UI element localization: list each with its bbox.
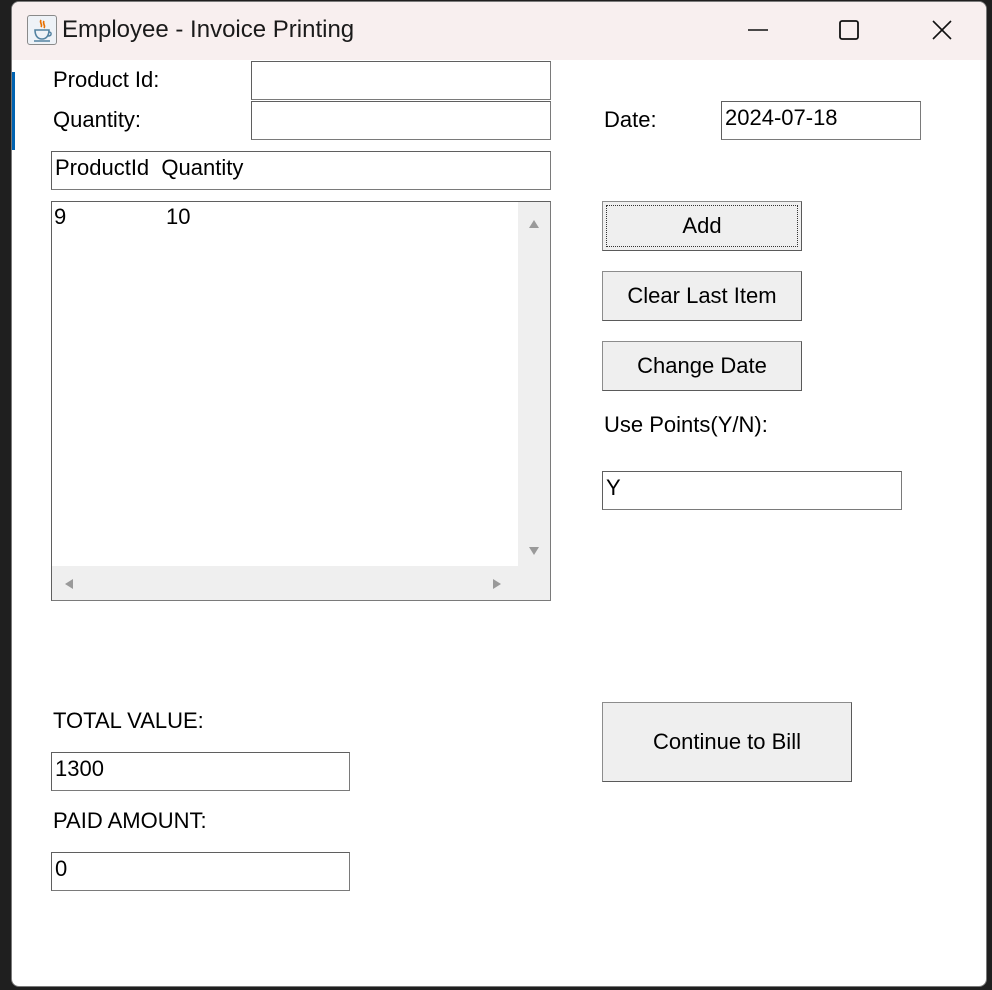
product-id-input[interactable] — [251, 61, 551, 100]
paid-amount-field[interactable]: 0 — [51, 852, 350, 891]
use-points-label: Use Points(Y/N): — [604, 412, 768, 437]
date-label: Date: — [604, 107, 657, 132]
quantity-input[interactable] — [251, 101, 551, 140]
scroll-left-icon[interactable] — [64, 577, 74, 595]
product-id-label: Product Id: — [53, 67, 160, 92]
clear-last-item-button-label: Clear Last Item — [627, 283, 777, 308]
add-button[interactable]: Add — [602, 201, 802, 251]
total-value-label: TOTAL VALUE: — [53, 708, 204, 733]
continue-to-bill-button[interactable]: Continue to Bill — [602, 702, 852, 782]
add-button-label: Add — [682, 213, 722, 238]
vertical-scrollbar[interactable] — [518, 202, 550, 567]
list-item-product-id: 9 — [54, 204, 67, 229]
date-field[interactable]: 2024-07-18 — [721, 101, 921, 140]
minimize-icon[interactable] — [738, 12, 778, 48]
list-header-field[interactable]: ProductId Quantity — [51, 151, 551, 190]
java-coffee-icon — [27, 15, 57, 45]
scroll-right-icon[interactable] — [492, 577, 502, 595]
change-date-button[interactable]: Change Date — [602, 341, 802, 391]
close-icon[interactable] — [922, 12, 962, 48]
horizontal-scrollbar[interactable] — [52, 566, 550, 600]
scroll-up-icon[interactable] — [528, 216, 540, 234]
change-date-button-label: Change Date — [637, 353, 767, 378]
title-bar[interactable]: Employee - Invoice Printing — [12, 2, 986, 60]
focus-accent — [12, 72, 15, 150]
invoice-window: Employee - Invoice Printing Product Id: … — [11, 1, 987, 987]
window-title: Employee - Invoice Printing — [62, 16, 355, 43]
total-value-field[interactable]: 1300 — [51, 752, 350, 791]
maximize-icon[interactable] — [829, 12, 869, 48]
paid-amount-label: PAID AMOUNT: — [53, 808, 207, 833]
list-item-quantity: 10 — [166, 204, 191, 229]
clear-last-item-button[interactable]: Clear Last Item — [602, 271, 802, 321]
scroll-down-icon[interactable] — [528, 543, 540, 561]
items-list[interactable]: 9 10 — [51, 201, 551, 601]
use-points-input[interactable]: Y — [602, 471, 902, 510]
continue-to-bill-button-label: Continue to Bill — [653, 729, 801, 754]
quantity-label: Quantity: — [53, 107, 142, 132]
